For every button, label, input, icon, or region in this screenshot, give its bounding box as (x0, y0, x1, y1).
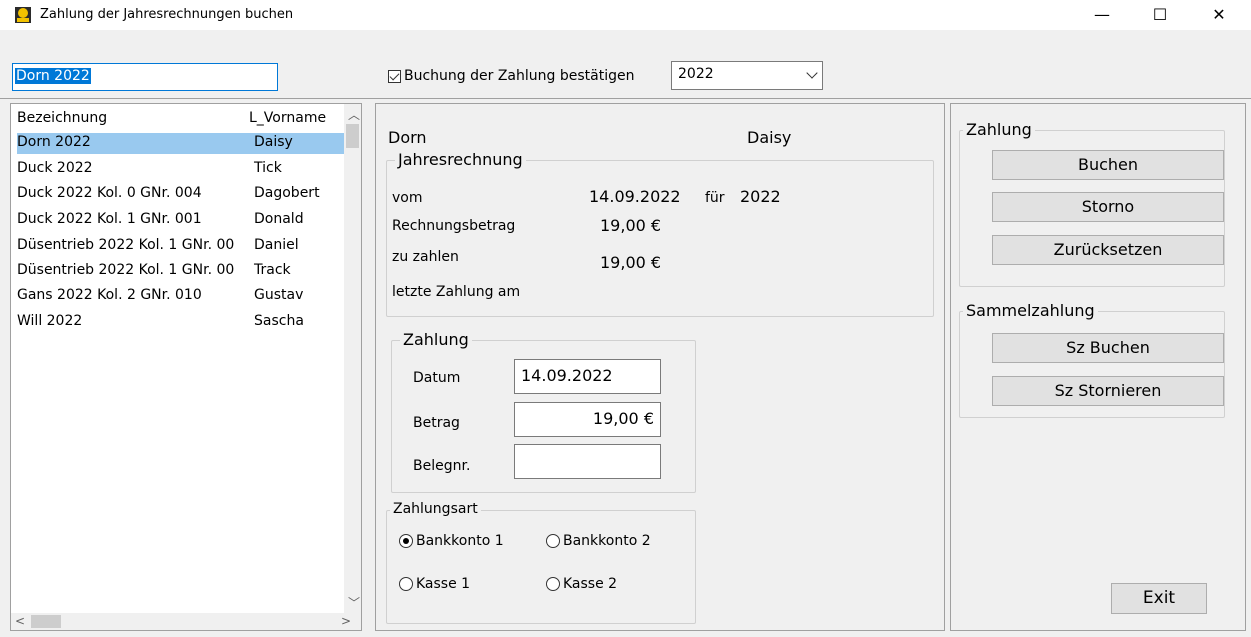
betrag-field[interactable]: 19,00 € (514, 402, 661, 437)
radio-unselected-icon (546, 534, 560, 548)
app-icon (15, 7, 31, 23)
list-item-name: Dorn 2022 (17, 134, 91, 150)
window-title: Zahlung der Jahresrechnungen buchen (40, 7, 294, 22)
belegnr-field[interactable] (514, 444, 661, 479)
list-item-vorname: Tick (254, 160, 282, 176)
list-item[interactable]: Gans 2022 Kol. 2 GNr. 010 Gustav (17, 286, 353, 307)
zahlung-group: Zahlung Datum 14.09.2022 Betrag 19,00 € … (391, 330, 696, 493)
list-item-name: Duck 2022 (17, 160, 93, 176)
list-header-vorname: L_Vorname (249, 110, 327, 126)
title-bar: Zahlung der Jahresrechnungen buchen — ☐ … (0, 0, 1251, 30)
zahlung-legend: Zahlung (400, 330, 472, 349)
radio-unselected-icon (399, 577, 413, 591)
toolbar-divider (0, 98, 1251, 99)
list-item[interactable]: Dorn 2022 Daisy (17, 133, 353, 154)
belegnr-label: Belegnr. (413, 458, 471, 474)
action-panel: Zahlung Buchen Storno Zurücksetzen Samme… (950, 103, 1246, 631)
scroll-up-icon[interactable]: ︿ (348, 106, 360, 123)
list-header-bezeichnung: Bezeichnung (17, 110, 108, 126)
chevron-down-icon (806, 67, 818, 79)
exit-button[interactable]: Exit (1111, 583, 1207, 614)
vom-value: 14.09.2022 (589, 187, 681, 206)
list-item[interactable]: Duck 2022 Tick (17, 159, 353, 180)
radio-bankkonto-2[interactable]: Bankkonto 2 (546, 533, 651, 549)
radio-bankkonto-1[interactable]: Bankkonto 1 (399, 533, 504, 549)
buchen-button[interactable]: Buchen (992, 150, 1224, 180)
radio-kasse-2[interactable]: Kasse 2 (546, 576, 617, 592)
zahlungsart-group: Zahlungsart Bankkonto 1 Bankkonto 2 Kass… (386, 501, 696, 624)
maximize-button[interactable]: ☐ (1137, 0, 1183, 30)
list-item-vorname: Gustav (254, 287, 304, 303)
minimize-button[interactable]: — (1079, 0, 1125, 30)
radio-selected-icon (399, 534, 413, 548)
fuer-label: für (705, 190, 725, 206)
member-lastname: Dorn (388, 128, 427, 147)
list-item[interactable]: Duck 2022 Kol. 1 GNr. 001 Donald (17, 210, 353, 231)
checkbox-checked-icon (388, 69, 401, 83)
scroll-right-icon[interactable]: > (341, 614, 351, 628)
storno-button[interactable]: Storno (992, 192, 1224, 222)
list-item[interactable]: Düsentrieb 2022 Kol. 1 GNr. 00 Daniel (17, 236, 353, 257)
horizontal-scrollbar[interactable]: < > (11, 613, 361, 630)
confirm-booking-label: Buchung der Zahlung bestätigen (404, 68, 635, 84)
list-item[interactable]: Düsentrieb 2022 Kol. 1 GNr. 00 Track (17, 261, 353, 282)
list-item-vorname: Daisy (250, 134, 293, 150)
fuer-value: 2022 (740, 187, 781, 206)
close-button[interactable]: ✕ (1196, 0, 1242, 30)
zu-zahlen-label: zu zahlen (392, 249, 459, 265)
list-item[interactable]: Duck 2022 Kol. 0 GNr. 004 Dagobert (17, 184, 353, 205)
scroll-left-icon[interactable]: < (15, 614, 25, 628)
list-item-name: Will 2022 (17, 313, 83, 329)
jahresrechnung-group: Jahresrechnung vom 14.09.2022 für 2022 R… (386, 150, 934, 317)
radio-label: Kasse 1 (416, 576, 471, 592)
member-firstname: Daisy (747, 128, 792, 147)
search-input-value: Dorn 2022 (15, 68, 91, 84)
radio-label: Bankkonto 1 (416, 533, 504, 549)
list-item-name: Gans 2022 Kol. 2 GNr. 010 (17, 287, 202, 303)
search-input[interactable]: Dorn 2022 (12, 63, 278, 91)
vom-label: vom (392, 190, 423, 206)
list-item-name: Düsentrieb 2022 Kol. 1 GNr. 00 (17, 262, 235, 278)
jahresrechnung-legend: Jahresrechnung (395, 150, 526, 169)
list-item-name: Düsentrieb 2022 Kol. 1 GNr. 00 (17, 237, 235, 253)
zahlung-actions-legend: Zahlung (963, 120, 1035, 139)
list-item-name: Duck 2022 Kol. 0 GNr. 004 (17, 185, 202, 201)
radio-label: Kasse 2 (563, 576, 618, 592)
vertical-scroll-thumb[interactable] (346, 124, 359, 148)
radio-unselected-icon (546, 577, 560, 591)
list-item[interactable]: Will 2022 Sascha (17, 312, 353, 333)
zuruecksetzen-button[interactable]: Zurücksetzen (992, 235, 1224, 265)
scroll-down-icon[interactable]: ﹀ (348, 594, 360, 611)
datum-label: Datum (413, 370, 461, 386)
list-item-vorname: Sascha (254, 313, 304, 329)
zu-zahlen-value: 19,00 € (600, 253, 662, 272)
year-select[interactable]: 2022 (671, 61, 823, 90)
list-item-vorname: Donald (254, 211, 304, 227)
rechnungsbetrag-value: 19,00 € (600, 216, 662, 235)
betrag-label: Betrag (413, 415, 460, 431)
radio-label: Bankkonto 2 (563, 533, 651, 549)
vertical-scrollbar[interactable]: ︿ ﹀ (344, 104, 361, 613)
horizontal-scroll-thumb[interactable] (31, 615, 61, 628)
list-item-vorname: Track (254, 262, 291, 278)
list-item-vorname: Dagobert (254, 185, 320, 201)
detail-panel: Dorn Daisy Jahresrechnung vom 14.09.2022… (375, 103, 945, 631)
sammelzahlung-legend: Sammelzahlung (963, 301, 1098, 320)
datum-field[interactable]: 14.09.2022 (514, 359, 661, 394)
sammelzahlung-group: Sammelzahlung Sz Buchen Sz Stornieren (959, 301, 1225, 418)
letzte-zahlung-label: letzte Zahlung am (392, 284, 521, 300)
list-item-name: Duck 2022 Kol. 1 GNr. 001 (17, 211, 202, 227)
year-select-value: 2022 (678, 66, 714, 82)
confirm-booking-checkbox[interactable]: Buchung der Zahlung bestätigen (388, 66, 634, 86)
radio-kasse-1[interactable]: Kasse 1 (399, 576, 470, 592)
zahlungsart-legend: Zahlungsart (390, 501, 481, 517)
zahlung-actions-group: Zahlung Buchen Storno Zurücksetzen (959, 120, 1225, 287)
sz-buchen-button[interactable]: Sz Buchen (992, 333, 1224, 363)
rechnungsbetrag-label: Rechnungsbetrag (392, 218, 516, 234)
sz-stornieren-button[interactable]: Sz Stornieren (992, 376, 1224, 406)
list-item-vorname: Daniel (254, 237, 299, 253)
invoice-listbox[interactable]: Bezeichnung L_Vorname Dorn 2022 Daisy Du… (10, 103, 362, 631)
